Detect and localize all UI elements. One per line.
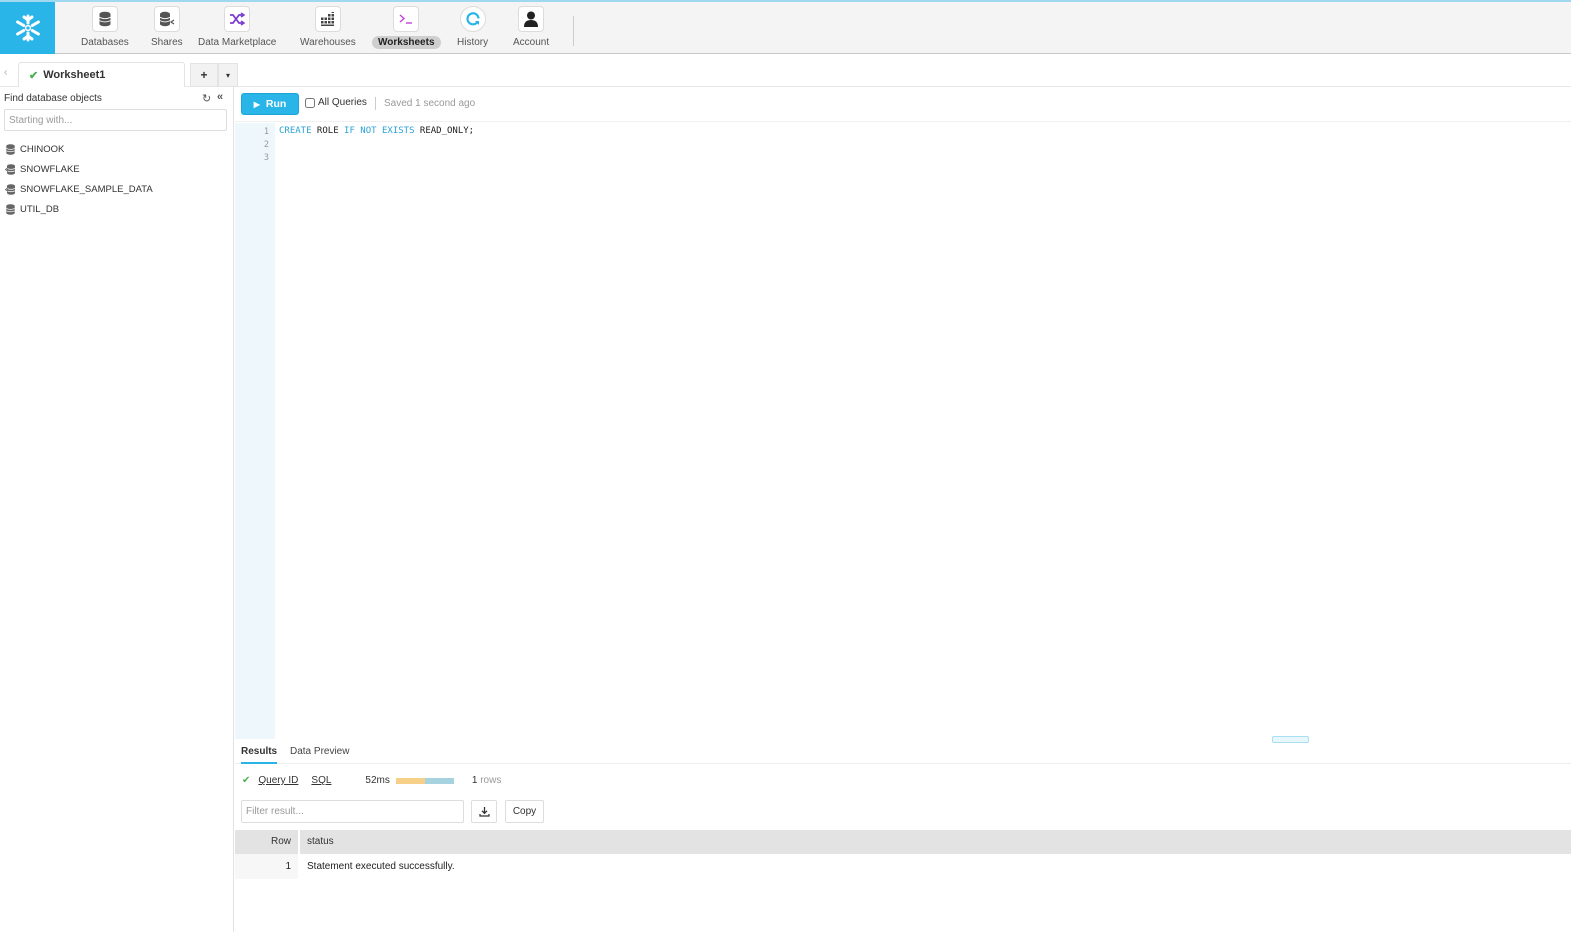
snowflake-logo[interactable]: [0, 2, 55, 54]
database-name: SNOWFLAKE: [20, 163, 80, 175]
filter-result-input[interactable]: [241, 800, 464, 823]
line-number: 1: [263, 127, 269, 137]
nav-shares[interactable]: Shares: [145, 6, 189, 49]
worksheet-tab-label: Worksheet1: [43, 69, 106, 81]
check-icon: ✔: [29, 69, 39, 82]
nav-account[interactable]: Account: [507, 6, 555, 49]
shares-icon: [153, 6, 180, 32]
object-browser-sidebar: Find database objects ↻ « CHINOOK SNOWFL…: [0, 87, 234, 932]
database-item-snowflake-sample-data[interactable]: SNOWFLAKE_SAMPLE_DATA: [5, 179, 153, 199]
success-check-icon: ✔: [242, 775, 251, 786]
history-icon: [459, 6, 486, 32]
worksheet-tab-bar: ‹ ✔ Worksheet1 + ▾: [0, 55, 1571, 87]
nav-label: History: [457, 37, 489, 48]
row-count-label: rows: [480, 775, 502, 786]
database-icon: [91, 6, 118, 32]
sql-keyword: EXISTS: [381, 126, 415, 136]
shared-database-icon: [5, 163, 16, 175]
line-number: 2: [263, 140, 269, 150]
nav-label: Data Marketplace: [198, 37, 277, 48]
results-panel: Results Data Preview ✔ Query ID SQL 52ms…: [235, 739, 1571, 932]
nav-label: Account: [513, 37, 550, 48]
database-item-snowflake[interactable]: SNOWFLAKE: [5, 159, 153, 179]
query-id-link[interactable]: Query ID: [258, 775, 298, 786]
collapse-sidebar-icon[interactable]: «: [217, 91, 223, 103]
nav-data-marketplace[interactable]: Data Marketplace: [192, 6, 282, 49]
sql-editor[interactable]: 1 2 3 CREATE ROLE IF NOT EXISTS READ_ONL…: [235, 123, 1571, 743]
database-name: UTIL_DB: [20, 203, 60, 215]
all-queries-checkbox[interactable]: [305, 97, 315, 108]
database-icon: [6, 143, 15, 155]
nav-label: Warehouses: [300, 37, 356, 48]
sql-text: ROLE: [311, 126, 345, 136]
copy-button[interactable]: Copy: [505, 800, 544, 823]
table-header: Row status: [235, 830, 1571, 854]
line-number: 3: [263, 153, 269, 163]
nav-label: Shares: [151, 37, 183, 48]
run-button[interactable]: ▶ Run: [241, 93, 299, 115]
sql-keyword: IF: [344, 126, 355, 136]
sql-keyword: NOT: [360, 126, 377, 136]
status-cell[interactable]: Statement executed successfully.: [300, 854, 455, 879]
tab-data-preview[interactable]: Data Preview: [290, 746, 349, 762]
nav-divider: [573, 16, 574, 46]
nav-history[interactable]: History: [451, 6, 494, 49]
tab-worksheet1[interactable]: ✔ Worksheet1: [18, 62, 185, 87]
database-name: SNOWFLAKE_SAMPLE_DATA: [20, 183, 153, 195]
row-count-value: 1: [471, 775, 478, 786]
account-person-icon: [518, 6, 545, 32]
worksheet-toolbar: ▶ Run All Queries Saved 1 second ago: [235, 87, 1571, 122]
save-status: Saved 1 second ago: [384, 98, 476, 109]
database-item-util-db[interactable]: UTIL_DB: [5, 199, 153, 219]
compile-time-segment: [395, 777, 425, 784]
nav-label: Databases: [81, 37, 129, 48]
all-queries-label: All Queries: [318, 97, 367, 108]
column-header-row[interactable]: Row: [235, 830, 300, 854]
tab-results[interactable]: Results: [241, 746, 278, 764]
nav-databases[interactable]: Databases: [75, 6, 135, 49]
all-queries-option[interactable]: All Queries: [305, 97, 367, 108]
row-number-cell: 1: [235, 854, 300, 879]
terminal-icon: [393, 6, 420, 32]
column-header-status[interactable]: status: [300, 830, 334, 854]
database-name: CHINOOK: [20, 143, 65, 155]
scroll-tabs-left-button[interactable]: ‹: [4, 67, 7, 78]
query-info: ✔ Query ID SQL 52ms 1 rows: [242, 775, 501, 786]
database-list: CHINOOK SNOWFLAKE SNOWFLAKE_SAMPLE_DATA …: [5, 139, 153, 219]
table-row: 1 Statement executed successfully.: [235, 854, 1571, 879]
database-object-search-input[interactable]: [4, 109, 227, 131]
marketplace-shuffle-icon: [224, 6, 251, 32]
nav-warehouses[interactable]: Warehouses: [294, 6, 362, 49]
results-table: Row status 1 Statement executed successf…: [235, 830, 1571, 879]
worksheet-main: ▶ Run All Queries Saved 1 second ago 1 2…: [235, 87, 1571, 932]
nav-label: Worksheets: [372, 36, 441, 49]
worksheet-menu-button[interactable]: ▾: [218, 63, 238, 87]
execution-time-segment: [424, 777, 454, 784]
row-count: 1 rows: [472, 775, 501, 786]
snowflake-logo-icon: [15, 14, 40, 42]
sidebar-title: Find database objects: [4, 93, 102, 104]
toolbar-divider: [375, 97, 376, 110]
warehouse-grid-icon: [314, 6, 341, 32]
sql-link[interactable]: SQL: [311, 775, 331, 786]
database-item-chinook[interactable]: CHINOOK: [5, 139, 153, 159]
database-icon: [6, 203, 15, 215]
nav-worksheets[interactable]: Worksheets: [372, 6, 441, 49]
run-button-label: Run: [265, 98, 287, 110]
results-tabs: Results Data Preview: [235, 739, 1571, 764]
shared-database-icon: [5, 183, 16, 195]
sql-text: READ_ONLY;: [414, 126, 475, 136]
refresh-icon[interactable]: ↻: [202, 92, 211, 105]
download-icon: [478, 807, 490, 817]
play-icon: ▶: [253, 99, 260, 109]
sql-keyword: CREATE: [279, 126, 312, 136]
download-button[interactable]: [471, 800, 497, 823]
add-worksheet-button[interactable]: +: [190, 63, 218, 87]
top-nav-bar: Databases Shares Data Marketplace Wareho…: [0, 0, 1571, 54]
line-number-gutter: 1 2 3: [235, 123, 275, 739]
code-line-1[interactable]: CREATE ROLE IF NOT EXISTS READ_ONLY;: [279, 126, 474, 136]
query-duration: 52ms: [365, 775, 390, 786]
duration-breakdown-bar: [395, 777, 454, 784]
